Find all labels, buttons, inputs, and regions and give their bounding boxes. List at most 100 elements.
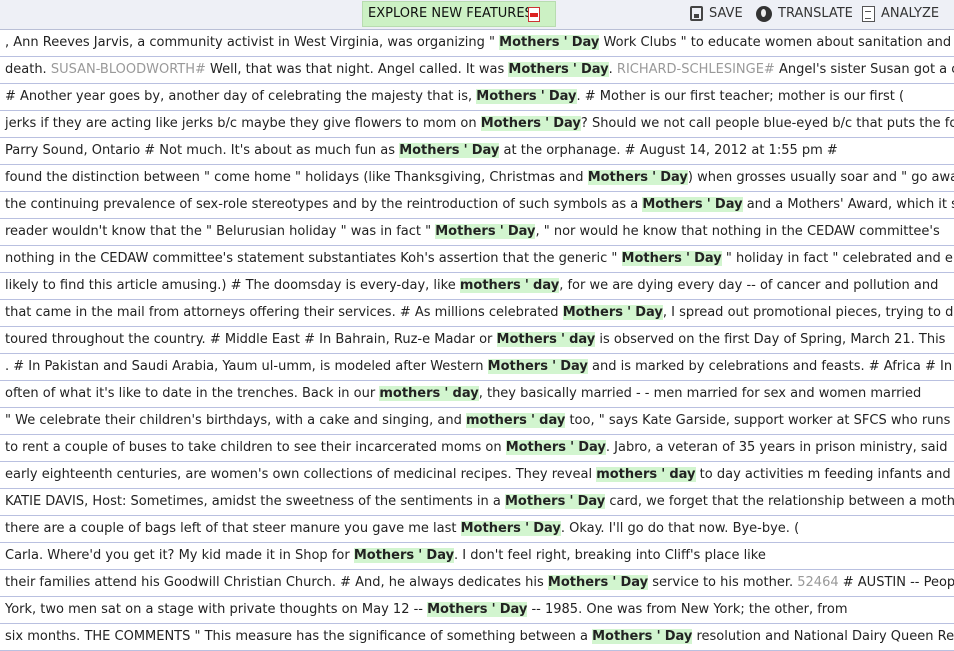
concordance-row[interactable]: jerks if they are acting like jerks b/c … [0, 111, 954, 138]
keyword-highlight[interactable]: mothers ' day [379, 386, 479, 401]
translate-icon [756, 5, 772, 22]
concordance-row[interactable]: found the distinction between " come hom… [0, 165, 954, 192]
keyword-highlight[interactable]: Mothers ' Day [435, 224, 536, 239]
keyword-part: Mothers [435, 224, 496, 239]
analyze-button[interactable]: ANALYZE [862, 3, 939, 25]
concordance-row[interactable]: reader wouldn't know that the " Belurusi… [0, 219, 954, 246]
keyword-highlight[interactable]: Mothers ' Day [547, 575, 649, 590]
concordance-row[interactable]: , Ann Reeves Jarvis, a community activis… [0, 30, 954, 57]
keyword-highlight[interactable]: Mothers ' Day [399, 143, 500, 158]
keyword-part: mothers [459, 278, 521, 293]
concordance-row[interactable]: nothing in the CEDAW committee's stateme… [0, 246, 954, 273]
keyword-highlight[interactable]: Mothers ' Day [621, 251, 722, 266]
concordance-row[interactable]: # Another year goes by, another day of c… [0, 84, 954, 111]
context-text: six months. THE COMMENTS " This measure … [5, 629, 593, 644]
context-text: their families attend his Goodwill Chris… [5, 575, 548, 590]
keyword-part: day [539, 413, 566, 428]
keyword-part: day [669, 467, 696, 482]
concordance-row[interactable]: six months. THE COMMENTS " This measure … [0, 624, 954, 651]
context-text: Parry Sound, Ontario # Not much. It's ab… [5, 143, 400, 158]
keyword-highlight[interactable]: Mothers ' day [496, 332, 596, 347]
keyword-highlight[interactable]: Mothers ' Day [480, 116, 581, 131]
keyword-part: Mothers [505, 440, 566, 455]
concordance-row[interactable]: KATIE DAVIS, Host: Sometimes, amidst the… [0, 489, 954, 516]
context-text: . Okay. I'll go do that now. Bye-bye. ( [560, 521, 800, 536]
keyword-part: Mothers [487, 359, 548, 374]
context-text: York, two men sat on a stage with privat… [5, 602, 428, 617]
concordance-row[interactable]: death. SUSAN-BLOODWORTH# Well, that was … [0, 57, 954, 84]
keyword-part: Day [620, 575, 649, 590]
explore-new-features-button[interactable]: EXPLORE NEW FEATURES [362, 1, 556, 27]
keyword-part: Mothers [353, 548, 415, 563]
concordance-row[interactable]: . # In Pakistan and Saudi Arabia, Yaum u… [0, 354, 954, 381]
keyword-highlight[interactable]: Mothers ' Day [499, 35, 600, 50]
keyword-highlight[interactable]: Mothers ' Day [642, 197, 743, 212]
keyword-part: Day [471, 143, 500, 158]
analyze-icon [862, 5, 875, 22]
keyword-part: Mothers [505, 494, 566, 509]
save-icon [690, 6, 703, 21]
context-text: resolution and National Dairy Queen Reco… [696, 629, 954, 644]
context-text: , for we are dying every day -- of cance… [559, 278, 939, 293]
context-text: . # Mother is our first teacher; mother … [576, 89, 905, 104]
concordance-row[interactable]: often of what it's like to date in the t… [0, 381, 954, 408]
concordance-row[interactable]: York, two men sat on a stage with privat… [0, 597, 954, 624]
keyword-highlight[interactable]: Mothers ' Day [562, 305, 663, 320]
keyword-part: ' [685, 251, 690, 266]
keyword-highlight[interactable]: Mothers ' Day [592, 629, 693, 644]
keyword-part: Mothers [496, 332, 557, 347]
keyword-highlight[interactable]: Mothers ' Day [505, 440, 606, 455]
concordance-row[interactable]: there are a couple of bags left of that … [0, 516, 954, 543]
keyword-highlight[interactable]: mothers ' day [596, 467, 696, 482]
keyword-part: Day [548, 89, 577, 104]
keyword-highlight[interactable]: Mothers ' Day [460, 521, 561, 536]
concordance-row[interactable]: the continuing prevalence of sex-role st… [0, 192, 954, 219]
keyword-highlight[interactable]: Mothers ' Day [587, 170, 688, 185]
keyword-part: Mothers [547, 575, 609, 590]
concordance-row[interactable]: Parry Sound, Ontario # Not much. It's ab… [0, 138, 954, 165]
context-text: at the orphanage. # August 14, 2012 at 1… [499, 143, 838, 158]
concordance-row[interactable]: early eighteenth centuries, are women's … [0, 462, 954, 489]
concordance-row[interactable]: to rent a couple of buses to take childr… [0, 435, 954, 462]
translate-label: TRANSLATE [778, 6, 853, 21]
concordance-row[interactable]: Carla. Where'd you get it? My kid made i… [0, 543, 954, 570]
keyword-part: Day [533, 521, 561, 536]
keyword-part: ' [499, 224, 504, 239]
keyword-highlight[interactable]: mothers ' day [465, 413, 566, 428]
keyword-part: mothers [379, 386, 441, 401]
translate-button[interactable]: TRANSLATE [756, 3, 853, 25]
keyword-highlight[interactable]: Mothers ' Day [487, 359, 588, 374]
concordance-row[interactable]: their families attend his Goodwill Chris… [0, 570, 954, 597]
keyword-part: Day [578, 440, 606, 455]
keyword-highlight[interactable]: Mothers ' Day [505, 494, 606, 509]
keyword-part: Mothers [460, 521, 521, 536]
context-text: # Another year goes by, another day of c… [5, 89, 477, 104]
context-text: toured throughout the country. # Middle … [5, 332, 497, 347]
keyword-part: Day [714, 197, 743, 212]
keyword-part: Mothers [499, 35, 560, 50]
keyword-part: Day [560, 359, 588, 374]
keyword-part: ' [569, 494, 574, 509]
concordance-row[interactable]: " We celebrate their children's birthday… [0, 408, 954, 435]
context-text: likely to find this article amusing.) # … [5, 278, 460, 293]
context-text: ) when grosses usually soar and " go awa… [687, 170, 954, 185]
keyword-part: Day [507, 224, 536, 239]
keyword-highlight[interactable]: Mothers ' Day [353, 548, 455, 563]
concordance-row[interactable]: toured throughout the country. # Middle … [0, 327, 954, 354]
concordance-row[interactable]: likely to find this article amusing.) # … [0, 273, 954, 300]
keyword-part: day [533, 278, 560, 293]
keyword-highlight[interactable]: Mothers ' Day [427, 602, 528, 617]
context-text: ? Should we not call people blue-eyed b/… [580, 116, 954, 131]
keyword-highlight[interactable]: Mothers ' Day [476, 89, 577, 104]
keyword-part: ' [560, 332, 565, 347]
keyword-part: ' [661, 467, 666, 482]
save-label: SAVE [709, 6, 743, 21]
save-button[interactable]: SAVE [690, 3, 743, 25]
keyword-part: Day [694, 251, 722, 266]
keyword-highlight[interactable]: Mothers ' Day [508, 62, 609, 77]
concordance-row[interactable]: that came in the mail from attorneys off… [0, 300, 954, 327]
context-text: . I don't feel right, breaking into Clif… [454, 548, 766, 563]
keyword-part: ' [525, 521, 530, 536]
keyword-highlight[interactable]: mothers ' day [459, 278, 560, 293]
context-text: # AUSTIN -- People who have [842, 575, 954, 590]
